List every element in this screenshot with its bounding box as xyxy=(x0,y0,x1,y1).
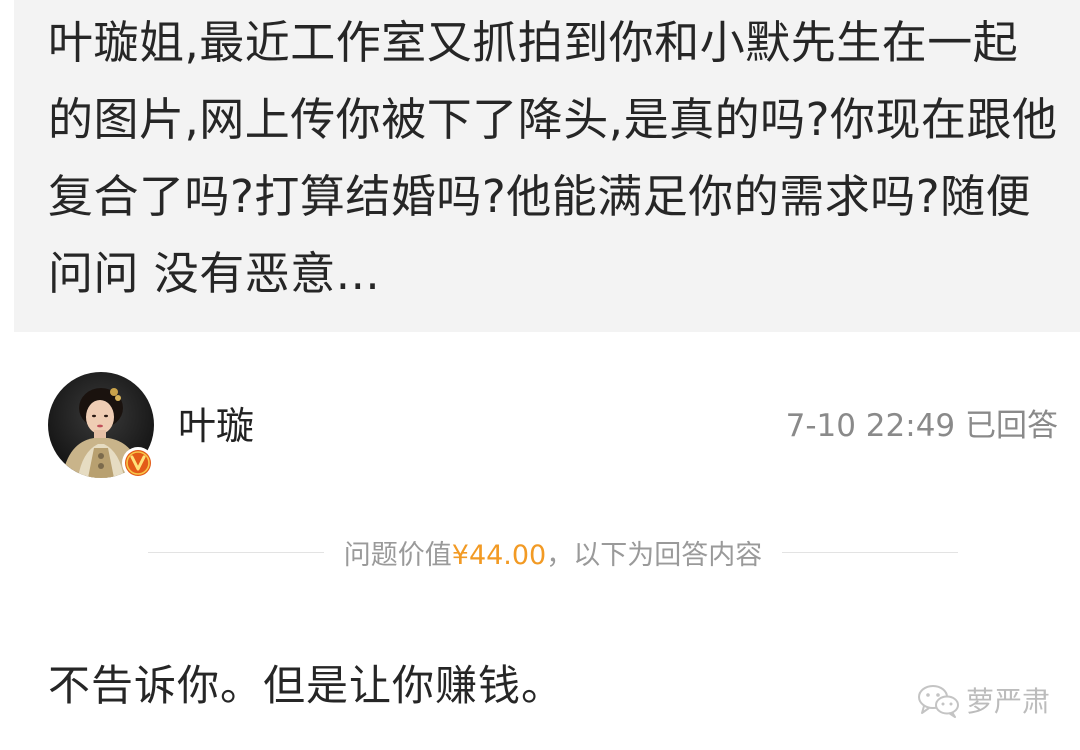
price-prefix: 问题价值 xyxy=(343,539,452,571)
question-price-separator: 问题价值¥44.00，以下为回答内容 xyxy=(148,530,959,574)
answerer-name[interactable]: 叶璇 xyxy=(178,404,254,448)
left-divider xyxy=(148,551,324,553)
answer-header: 叶璇 7-10 22:49 已回答 xyxy=(48,372,1060,482)
wechat-icon xyxy=(917,685,959,718)
question-text: 叶璇姐,最近工作室又抓拍到你和小默先生在一起的图片,网上传你被下了降头,是真的吗… xyxy=(48,16,1058,300)
answer-timestamp-status: 7-10 22:49 已回答 xyxy=(785,408,1058,444)
price-amount: ¥44.00 xyxy=(451,539,547,571)
price-suffix: ，以下为回答内容 xyxy=(546,539,763,571)
question-card: 叶璇姐,最近工作室又抓拍到你和小默先生在一起的图片,网上传你被下了降头,是真的吗… xyxy=(14,0,1080,332)
wechat-watermark: 萝严肃 xyxy=(916,680,1050,720)
watermark-text: 萝严肃 xyxy=(965,685,1050,718)
right-divider xyxy=(782,551,959,553)
answer-text: 不告诉你。但是让你赚钱。 xyxy=(48,661,565,710)
question-price-text: 问题价值¥44.00，以下为回答内容 xyxy=(324,533,782,572)
verified-v-badge-icon xyxy=(122,447,154,479)
